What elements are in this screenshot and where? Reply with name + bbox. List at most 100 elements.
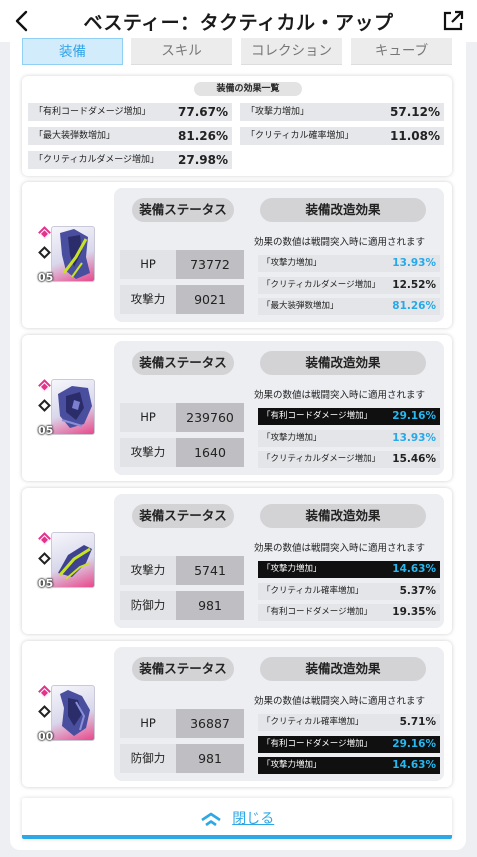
gear-art-icon [51, 685, 95, 741]
mod-row: 「クリティカル確率増加」 5.37% [258, 583, 440, 600]
stat-row: 攻撃力 5741 [120, 556, 244, 585]
stat-label: HP [120, 403, 176, 432]
rank-label: 05 [38, 577, 54, 590]
mod-row: 「クリティカル確率増加」 5.71% [258, 714, 440, 731]
stat-value: 73772 [176, 250, 244, 279]
stat-row: HP 36887 [120, 709, 244, 738]
summary-item: 「クリティカルダメージ増加」 27.98% [28, 151, 232, 169]
mod-value: 13.93% [392, 432, 436, 444]
tab-bar: 装備 スキル コレクション キューブ [22, 38, 452, 66]
mod-label: 「攻撃力増加」 [262, 258, 322, 268]
mod-label: 「クリティカル確率増加」 [262, 586, 364, 596]
summary-item: 「クリティカル確率増加」 11.08% [240, 127, 444, 145]
mod-row: 「有利コードダメージ増加」 19.35% [258, 604, 440, 621]
equipment-icon[interactable]: 05 [36, 530, 96, 590]
summary-item-label: 「有利コードダメージ増加」 [34, 107, 151, 117]
mod-label: 「最大装弾数増加」 [262, 301, 339, 311]
equipment-icon[interactable]: 00 [36, 683, 96, 743]
mod-section-title: 装備改造効果 [260, 351, 426, 375]
summary-item-value: 77.67% [178, 105, 228, 119]
summary-item-label: 「クリティカルダメージ増加」 [34, 155, 160, 165]
mod-section-title: 装備改造効果 [260, 657, 426, 681]
mod-label: 「有利コードダメージ増加」 [262, 411, 373, 421]
double-chevron-up-icon [201, 812, 221, 826]
mod-label: 「攻撃力増加」 [262, 760, 322, 770]
mod-note: 効果の数値は戦闘突入時に適用されます [254, 390, 426, 401]
equipment-card: 00 装備ステータス 装備改造効果 HP 36887 防御力 981 効果の数値… [22, 641, 452, 787]
stat-row: 防御力 981 [120, 591, 244, 620]
mod-row: 「最大装弾数増加」 81.26% [258, 298, 440, 315]
stat-section-title: 装備ステータス [132, 504, 234, 528]
equipment-detail: 装備ステータス 装備改造効果 HP 36887 防御力 981 効果の数値は戦闘… [114, 647, 444, 781]
rank-label: 00 [38, 730, 54, 743]
stat-value: 36887 [176, 709, 244, 738]
mod-label: 「攻撃力増加」 [262, 564, 322, 574]
rarity-badge-icon [38, 685, 51, 698]
mod-row: 「攻撃力増加」 14.63% [258, 561, 440, 578]
summary-title: 装備の効果一覧 [194, 82, 302, 96]
summary-item-label: 「最大装弾数増加」 [34, 131, 116, 141]
rank-label: 05 [38, 424, 54, 437]
summary-item-value: 81.26% [178, 129, 228, 143]
stat-value: 981 [176, 744, 244, 773]
tab-cube[interactable]: キューブ [351, 38, 452, 65]
stat-label: 防御力 [120, 591, 176, 620]
stat-row: 攻撃力 1640 [120, 438, 244, 467]
equipment-icon[interactable]: 05 [36, 377, 96, 437]
mod-value: 29.16% [392, 738, 436, 750]
rarity-badge-icon [38, 532, 51, 545]
mod-label: 「クリティカルダメージ増加」 [262, 280, 381, 290]
slot-badge-icon [38, 399, 51, 412]
mod-value: 29.16% [392, 410, 436, 422]
slot-badge-icon [38, 552, 51, 565]
mod-row: 「攻撃力増加」 14.63% [258, 757, 440, 774]
mod-row: 「有利コードダメージ増加」 29.16% [258, 408, 440, 425]
external-link-icon[interactable] [441, 9, 465, 33]
stat-section-title: 装備ステータス [132, 198, 234, 222]
mod-label: 「有利コードダメージ増加」 [262, 607, 373, 617]
stat-value: 5741 [176, 556, 244, 585]
tab-equipment[interactable]: 装備 [22, 38, 123, 65]
stat-label: 防御力 [120, 744, 176, 773]
close-button[interactable]: 閉じる [22, 798, 452, 839]
stat-section-title: 装備ステータス [132, 351, 234, 375]
stat-label: HP [120, 709, 176, 738]
equipment-icon[interactable]: 05 [36, 224, 96, 284]
tab-skill[interactable]: スキル [131, 38, 232, 65]
stat-value: 1640 [176, 438, 244, 467]
stat-section-title: 装備ステータス [132, 657, 234, 681]
mod-note: 効果の数値は戦闘突入時に適用されます [254, 237, 426, 248]
mod-value: 14.63% [392, 759, 436, 771]
stat-label: 攻撃力 [120, 438, 176, 467]
stat-value: 239760 [176, 403, 244, 432]
mod-label: 「クリティカル確率増加」 [262, 717, 364, 727]
stat-label: 攻撃力 [120, 556, 176, 585]
stat-label: HP [120, 250, 176, 279]
mod-row: 「攻撃力増加」 13.93% [258, 255, 440, 272]
mod-value: 14.63% [392, 563, 436, 575]
summary-item-value: 27.98% [178, 153, 228, 167]
mod-section-title: 装備改造効果 [260, 198, 426, 222]
summary-item-value: 11.08% [390, 129, 440, 143]
stat-row: 防御力 981 [120, 744, 244, 773]
back-icon[interactable] [10, 8, 34, 34]
rarity-badge-icon [38, 379, 51, 392]
equipment-detail: 装備ステータス 装備改造効果 攻撃力 5741 防御力 981 効果の数値は戦闘… [114, 494, 444, 628]
mod-value: 5.37% [399, 585, 436, 597]
equipment-card: 05 装備ステータス 装備改造効果 HP 73772 攻撃力 9021 効果の数… [22, 182, 452, 328]
mod-value: 15.46% [392, 453, 436, 465]
mod-row: 「攻撃力増加」 13.93% [258, 430, 440, 447]
mod-value: 13.93% [392, 257, 436, 269]
slot-badge-icon [38, 705, 51, 718]
tab-collection[interactable]: コレクション [241, 38, 342, 65]
equipment-effect-summary: 装備の効果一覧 「有利コードダメージ増加」 77.67% 「攻撃力増加」 57.… [22, 76, 452, 176]
close-button-content[interactable]: 閉じる [22, 808, 452, 828]
gear-art-icon [51, 532, 95, 588]
mod-value: 5.71% [399, 716, 436, 728]
summary-item-value: 57.12% [390, 105, 440, 119]
close-label: 閉じる [232, 811, 275, 827]
gear-art-icon [51, 226, 95, 282]
mod-row: 「クリティカルダメージ増加」 12.52% [258, 277, 440, 294]
mod-label: 「攻撃力増加」 [262, 433, 322, 443]
equipment-card: 05 装備ステータス 装備改造効果 攻撃力 5741 防御力 981 効果の数値… [22, 488, 452, 634]
